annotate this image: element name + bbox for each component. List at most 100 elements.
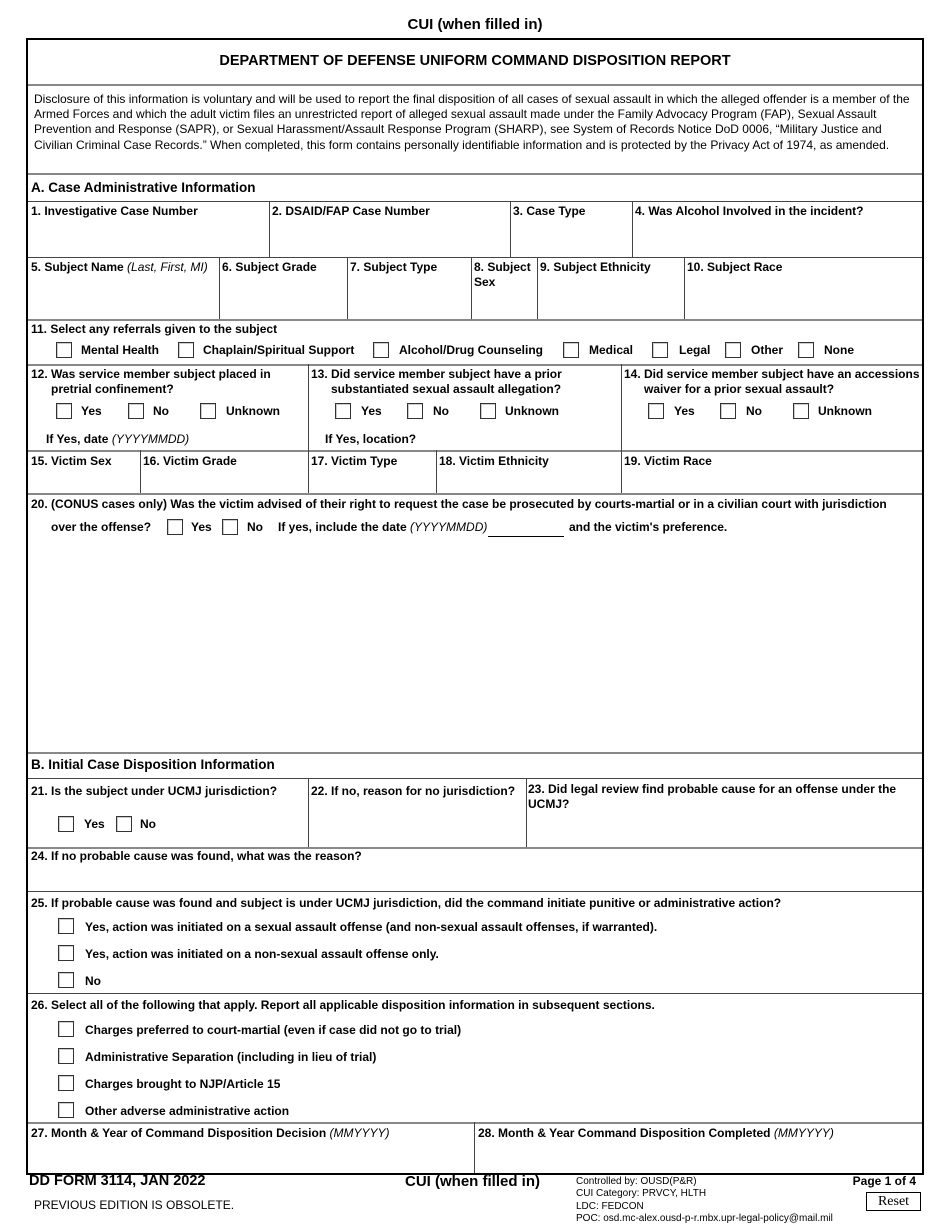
divider <box>537 257 538 319</box>
reset-button[interactable]: Reset <box>866 1192 921 1211</box>
divider <box>28 1122 922 1124</box>
victim-grade-select[interactable] <box>142 472 306 492</box>
divider <box>684 257 685 319</box>
victim-preference-textarea[interactable] <box>30 540 922 750</box>
victim-ethnicity-select[interactable] <box>438 472 619 492</box>
action-option-label: No <box>85 974 101 988</box>
no-probable-cause-reason-select[interactable] <box>30 866 922 890</box>
cui-banner-top: CUI (when filled in) <box>407 16 543 33</box>
njp-article-15-checkbox[interactable] <box>58 1075 74 1091</box>
divider <box>140 450 141 493</box>
alcohol-involved-select[interactable] <box>634 220 922 256</box>
victim-sex-select[interactable] <box>30 472 138 492</box>
obsolete-notice: PREVIOUS EDITION IS OBSOLETE. <box>34 1198 235 1212</box>
field-13-label: 13. Did service member subject have a pr… <box>311 367 562 396</box>
victim-advised-date-text: If yes, include the date <box>278 520 407 534</box>
prior-allegation-no-checkbox[interactable] <box>407 403 423 419</box>
victim-advised-date-input[interactable] <box>488 518 564 537</box>
field-23-label: 23. Did legal review find probable cause… <box>528 782 897 811</box>
action-sexual-assault-checkbox[interactable] <box>58 918 74 934</box>
subject-ethnicity-select[interactable] <box>539 280 683 318</box>
field-11-label: 11. Select any referrals given to the su… <box>31 322 278 336</box>
field-18-label: 18. Victim Ethnicity <box>439 454 549 468</box>
form-title: DEPARTMENT OF DEFENSE UNIFORM COMMAND DI… <box>219 53 731 69</box>
field-24-label: 24. If no probable cause was found, what… <box>31 849 362 863</box>
field-28-text: 28. Month & Year Command Disposition Com… <box>478 1126 771 1140</box>
field-16-label: 16. Victim Grade <box>143 454 237 468</box>
referral-chaplain-checkbox[interactable] <box>178 342 194 358</box>
referral-option-label: Other <box>751 343 784 357</box>
case-type-select[interactable] <box>512 220 630 256</box>
field-28-hint: (MMYYYY) <box>773 1126 834 1140</box>
ucmj-no-checkbox[interactable] <box>116 816 132 832</box>
dsaid-fap-case-number-input[interactable] <box>271 220 507 256</box>
probable-cause-select[interactable] <box>528 812 922 846</box>
admin-separation-checkbox[interactable] <box>58 1048 74 1064</box>
victim-advised-yes-checkbox[interactable] <box>167 519 183 535</box>
divider <box>471 257 472 319</box>
prior-location-input[interactable] <box>428 428 618 448</box>
field-8-text: 8. Subject Sex <box>474 260 531 289</box>
prior-allegation-yes-checkbox[interactable] <box>335 403 351 419</box>
victim-race-select[interactable] <box>623 472 921 492</box>
field-8-label: 8. Subject Sex <box>474 260 538 289</box>
form-id: DD FORM 3114, JAN 2022 <box>29 1173 206 1189</box>
victim-type-select[interactable] <box>310 472 434 492</box>
field-5-hint: (Last, First, MI) <box>127 260 208 274</box>
disposition-decision-date-input[interactable] <box>30 1144 472 1172</box>
field-5-label: 5. Subject Name (Last, First, MI) <box>31 260 208 275</box>
pretrial-yes-checkbox[interactable] <box>56 403 72 419</box>
divider <box>28 201 922 202</box>
subject-type-select[interactable] <box>349 280 469 318</box>
field-21-label: 21. Is the subject under UCMJ jurisdicti… <box>31 784 278 798</box>
referral-alcohol-drug-checkbox[interactable] <box>373 342 389 358</box>
referral-legal-checkbox[interactable] <box>652 342 668 358</box>
field-14-label: 14. Did service member subject have an a… <box>624 367 920 396</box>
ucmj-yes-checkbox[interactable] <box>58 816 74 832</box>
field-20-label: 20. (CONUS cases only) Was the victim ad… <box>31 497 887 511</box>
field-3-label: 3. Case Type <box>513 204 586 218</box>
charges-preferred-checkbox[interactable] <box>58 1021 74 1037</box>
field-7-label: 7. Subject Type <box>350 260 438 274</box>
victim-advised-date-hint: (YYYYMMDD) <box>410 520 488 534</box>
field-25-label: 25. If probable cause was found and subj… <box>31 896 782 910</box>
divider <box>621 450 622 493</box>
field-28-label: 28. Month & Year Command Disposition Com… <box>478 1126 834 1141</box>
field-4-label: 4. Was Alcohol Involved in the incident? <box>635 204 864 218</box>
cui-category: CUI Category: PRVCY, HLTH <box>576 1188 707 1200</box>
subject-race-select[interactable] <box>686 280 922 318</box>
subject-name-input[interactable] <box>30 280 217 318</box>
option-yes-label: Yes <box>361 404 382 418</box>
other-adverse-action-checkbox[interactable] <box>58 1102 74 1118</box>
disposition-completed-date-input[interactable] <box>476 1144 922 1172</box>
pretrial-unknown-checkbox[interactable] <box>200 403 216 419</box>
pretrial-no-checkbox[interactable] <box>128 403 144 419</box>
action-no-checkbox[interactable] <box>58 972 74 988</box>
investigative-case-number-input[interactable] <box>30 220 266 256</box>
referral-other-checkbox[interactable] <box>725 342 741 358</box>
referral-medical-checkbox[interactable] <box>563 342 579 358</box>
divider <box>28 450 922 452</box>
field-12-label: 12. Was service member subject placed in… <box>31 367 271 396</box>
pretrial-date-input[interactable] <box>188 428 306 448</box>
field-26-label: 26. Select all of the following that app… <box>31 998 655 1012</box>
referral-mental-health-checkbox[interactable] <box>56 342 72 358</box>
referral-none-checkbox[interactable] <box>798 342 814 358</box>
accessions-waiver-unknown-checkbox[interactable] <box>793 403 809 419</box>
prior-allegation-unknown-checkbox[interactable] <box>480 403 496 419</box>
victim-advised-no-checkbox[interactable] <box>222 519 238 535</box>
subject-sex-select[interactable] <box>473 292 537 318</box>
accessions-waiver-yes-checkbox[interactable] <box>648 403 664 419</box>
no-jurisdiction-reason-select[interactable] <box>310 802 524 846</box>
subject-grade-select[interactable] <box>221 280 345 318</box>
action-non-sexual-assault-checkbox[interactable] <box>58 945 74 961</box>
victim-preference-label: and the victim's preference. <box>569 520 728 534</box>
referral-option-label: Medical <box>589 343 634 357</box>
prior-location-label: If Yes, location? <box>325 432 417 446</box>
field-15-label: 15. Victim Sex <box>31 454 112 468</box>
referral-option-label: Legal <box>679 343 711 357</box>
action-option-label: Yes, action was initiated on a sexual as… <box>85 920 658 934</box>
option-no-label: No <box>247 520 263 534</box>
divider <box>526 778 527 847</box>
accessions-waiver-no-checkbox[interactable] <box>720 403 736 419</box>
